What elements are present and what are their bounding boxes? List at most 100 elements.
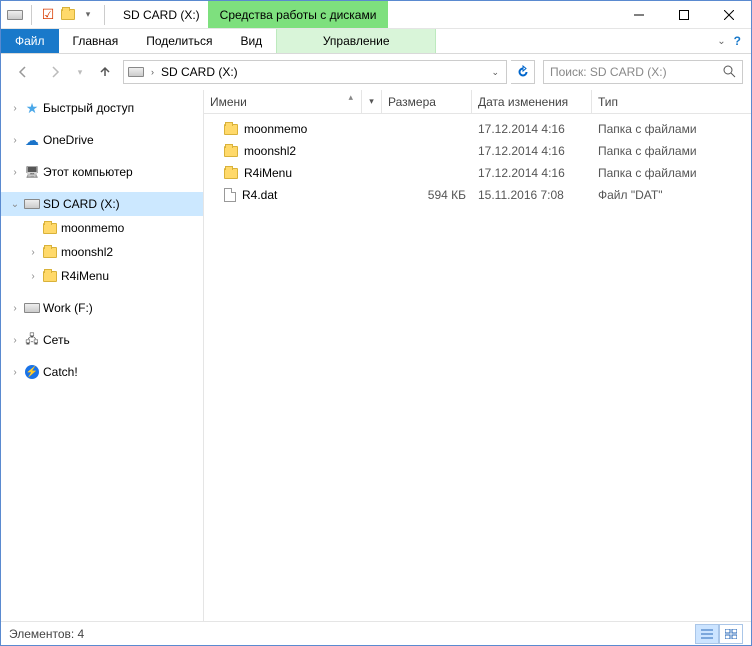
- tab-share[interactable]: Поделиться: [132, 29, 226, 53]
- folder-qat-icon[interactable]: [60, 7, 76, 23]
- search-icon[interactable]: [722, 64, 736, 81]
- address-bar[interactable]: › ⌄: [123, 60, 507, 84]
- cell-type: Папка с файлами: [592, 144, 751, 158]
- cell-name: R4iMenu: [204, 166, 382, 180]
- tree-network[interactable]: › 🖧 Сеть: [1, 328, 203, 352]
- file-row[interactable]: R4.dat594 КБ15.11.2016 7:08Файл "DAT": [204, 184, 751, 206]
- chevron-down-icon[interactable]: ⌄: [717, 36, 725, 47]
- close-button[interactable]: [706, 1, 751, 28]
- navigation-bar: ▾ › ⌄: [1, 54, 751, 90]
- star-icon: ★: [24, 100, 40, 116]
- column-label: Тип: [598, 95, 618, 109]
- column-name[interactable]: Имени ▴ ▾: [204, 90, 382, 113]
- up-button[interactable]: [91, 58, 119, 86]
- help-icon[interactable]: ?: [734, 34, 741, 48]
- separator: [104, 5, 105, 25]
- file-icon: [224, 188, 236, 202]
- tab-manage[interactable]: Управление: [276, 29, 436, 53]
- tree-catch[interactable]: › ⚡ Catch!: [1, 360, 203, 384]
- drive-icon: [24, 300, 40, 316]
- column-size[interactable]: Размера: [382, 90, 472, 113]
- expand-icon[interactable]: ›: [9, 335, 21, 346]
- tree-work-drive[interactable]: › Work (F:): [1, 296, 203, 320]
- column-headers: Имени ▴ ▾ Размера Дата изменения Тип: [204, 90, 751, 114]
- refresh-button[interactable]: [511, 60, 535, 84]
- details-view-button[interactable]: [695, 624, 719, 644]
- folder-icon: [224, 124, 238, 135]
- column-label: Размера: [388, 95, 436, 109]
- search-input[interactable]: [550, 65, 722, 79]
- file-name: R4iMenu: [244, 166, 292, 180]
- item-count: Элементов: 4: [9, 627, 84, 641]
- title-bar: ☑ ▾ SD CARD (X:) Средства работы с диска…: [1, 1, 751, 29]
- cell-size: 594 КБ: [382, 188, 472, 202]
- folder-icon: [42, 220, 58, 236]
- tab-home[interactable]: Главная: [59, 29, 133, 53]
- back-button[interactable]: [9, 58, 37, 86]
- address-input[interactable]: [161, 65, 484, 79]
- tree-label: moonshl2: [61, 245, 113, 259]
- catch-icon: ⚡: [24, 364, 40, 380]
- qat-dropdown-icon[interactable]: ▾: [80, 7, 96, 23]
- folder-icon: [42, 244, 58, 260]
- network-icon: 🖧: [24, 332, 40, 348]
- expand-icon[interactable]: ›: [9, 303, 21, 314]
- tree-sdcard[interactable]: ⌄ SD CARD (X:): [1, 192, 203, 216]
- cell-name: R4.dat: [204, 188, 382, 202]
- tree-subfolder[interactable]: moonmemo: [1, 216, 203, 240]
- recent-locations-button[interactable]: ▾: [73, 58, 87, 86]
- column-split-dropdown[interactable]: ▾: [361, 90, 381, 113]
- cell-type: Папка с файлами: [592, 122, 751, 136]
- tree-label: Этот компьютер: [43, 165, 133, 179]
- tree-label: SD CARD (X:): [43, 197, 120, 211]
- tree-subfolder[interactable]: › R4iMenu: [1, 264, 203, 288]
- file-rows: moonmemo17.12.2014 4:16Папка с файламиmo…: [204, 114, 751, 621]
- contextual-tab-header[interactable]: Средства работы с дисками: [208, 1, 389, 28]
- expand-icon[interactable]: ›: [9, 367, 21, 378]
- tab-view[interactable]: Вид: [226, 29, 276, 53]
- separator: [31, 5, 32, 25]
- file-row[interactable]: moonmemo 17.12.2014 4:16Папка с файлами: [204, 118, 751, 140]
- column-label: Имени: [210, 95, 247, 109]
- tree-quick-access[interactable]: › ★ Быстрый доступ: [1, 96, 203, 120]
- forward-button[interactable]: [41, 58, 69, 86]
- expand-icon[interactable]: ›: [9, 103, 21, 114]
- cell-date: 17.12.2014 4:16: [472, 122, 592, 136]
- quick-access-toolbar: ☑ ▾: [1, 1, 115, 28]
- cell-date: 17.12.2014 4:16: [472, 166, 592, 180]
- cell-type: Папка с файлами: [592, 166, 751, 180]
- column-label: Дата изменения: [478, 95, 568, 109]
- computer-icon: 🖥: [24, 164, 40, 180]
- expand-icon[interactable]: ›: [9, 135, 21, 146]
- icons-view-button[interactable]: [719, 624, 743, 644]
- folder-icon: [42, 268, 58, 284]
- file-name: R4.dat: [242, 188, 277, 202]
- tree-onedrive[interactable]: › ☁ OneDrive: [1, 128, 203, 152]
- address-dropdown-icon[interactable]: ⌄: [488, 67, 502, 78]
- expand-icon[interactable]: ›: [27, 271, 39, 282]
- column-type[interactable]: Тип: [592, 90, 751, 113]
- tree-label: Сеть: [43, 333, 70, 347]
- window-controls: [616, 1, 751, 28]
- status-bar: Элементов: 4: [1, 621, 751, 645]
- properties-icon[interactable]: ☑: [40, 7, 56, 23]
- chevron-right-icon[interactable]: ›: [148, 67, 157, 77]
- column-date[interactable]: Дата изменения: [472, 90, 592, 113]
- tab-file[interactable]: Файл: [1, 29, 59, 53]
- tree-label: Catch!: [43, 365, 78, 379]
- file-row[interactable]: moonshl217.12.2014 4:16Папка с файлами: [204, 140, 751, 162]
- file-name: moonshl2: [244, 144, 296, 158]
- collapse-icon[interactable]: ⌄: [9, 199, 21, 210]
- ribbon-tabs: Файл Главная Поделиться Вид Управление ⌄…: [1, 29, 751, 54]
- maximize-button[interactable]: [661, 1, 706, 28]
- expand-icon[interactable]: ›: [27, 247, 39, 258]
- file-row[interactable]: R4iMenu 17.12.2014 4:16Папка с файлами: [204, 162, 751, 184]
- tree-this-pc[interactable]: › 🖥 Этот компьютер: [1, 160, 203, 184]
- file-name: moonmemo: [244, 122, 307, 136]
- search-box[interactable]: [543, 60, 743, 84]
- cell-name: moonshl2: [204, 144, 382, 158]
- navigation-tree[interactable]: › ★ Быстрый доступ › ☁ OneDrive › 🖥 Этот…: [1, 90, 204, 621]
- minimize-button[interactable]: [616, 1, 661, 28]
- expand-icon[interactable]: ›: [9, 167, 21, 178]
- tree-subfolder[interactable]: › moonshl2: [1, 240, 203, 264]
